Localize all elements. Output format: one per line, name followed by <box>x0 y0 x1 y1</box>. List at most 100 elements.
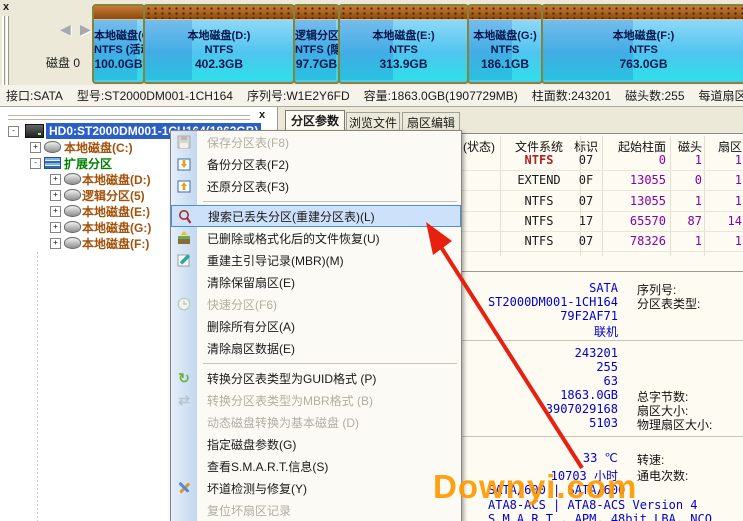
expander-icon[interactable]: + <box>50 206 61 217</box>
cell-fs: NTFS <box>502 234 576 248</box>
partition-block-e[interactable]: 本地磁盘(E:) NTFS 313.9GB <box>338 4 469 84</box>
nav-next-disk-icon[interactable]: ▶ <box>80 21 91 38</box>
partition-size: 100.0GB <box>94 57 143 71</box>
cell-head: 87 <box>672 214 702 228</box>
partition-fs: NTFS (活动) <box>94 43 143 57</box>
menu-item-label: 坏道检测与修复(Y) <box>207 480 307 497</box>
partition-name: 本地磁盘(E:) <box>340 29 467 43</box>
disk-info-bar: 接口:SATA 型号:ST2000DM001-1CH164 序列号:W1E2Y6… <box>0 85 743 107</box>
cell-fs: NTFS <box>502 153 576 167</box>
menu-item-label: 快速分区(F6) <box>207 296 277 313</box>
menu-item-rebuild-mbr[interactable]: 重建主引导记录(MBR)(M) <box>171 249 461 271</box>
partition-strip <box>145 6 293 20</box>
partition-block-f[interactable]: 本地磁盘(F:) NTFS 763.0GB <box>541 4 743 84</box>
menu-item-label: 还原分区表(F3) <box>207 178 289 195</box>
menu-item-view-smart-info[interactable]: 查看S.M.A.R.T.信息(S) <box>171 455 461 477</box>
edit-mbr-icon <box>176 252 192 268</box>
info-sectors: 每道扇区数:63 <box>699 87 743 104</box>
cell-sect: 1 <box>706 234 742 248</box>
partition-block-d[interactable]: 本地磁盘(D:) NTFS 402.3GB <box>143 4 295 84</box>
partition-strip <box>340 6 467 20</box>
cell-head: 1 <box>672 234 702 248</box>
menu-item-label: 保存分区表(F8) <box>207 134 289 151</box>
backup-table-icon <box>176 156 192 172</box>
detail-features: S.M.A.R.T., APM, 48bit LBA, NCQ <box>488 512 712 521</box>
partition-name: 本地磁盘(G:) <box>469 29 541 43</box>
menu-item-delete-all-partitions[interactable]: 删除所有分区(A) <box>171 315 461 337</box>
cell-sect: 1 <box>706 194 742 208</box>
info-capacity: 容量:1863.0GB(1907729MB) <box>364 87 518 104</box>
cell-id: 17 <box>568 214 604 228</box>
tree-item-label: 本地磁盘(C:) <box>64 139 133 156</box>
cell-id: 07 <box>568 194 604 208</box>
cell-head: 1 <box>672 153 702 167</box>
menu-item-quick-partition[interactable]: 快速分区(F6) <box>171 293 461 315</box>
menu-item-clear-reserved-sectors[interactable]: 清除保留扇区(E) <box>171 271 461 293</box>
toolbar-grip[interactable] <box>2 16 5 86</box>
row-divider <box>455 170 743 171</box>
detail-label: 转速: <box>637 451 664 468</box>
nav-prev-disk-icon[interactable]: ◀ <box>60 21 71 38</box>
menu-item-label: 查看S.M.A.R.T.信息(S) <box>207 458 328 475</box>
menu-item-dynamic-to-basic[interactable]: 动态磁盘转换为基本磁盘 (D) <box>171 411 461 433</box>
cell-cyl: 65570 <box>604 214 666 228</box>
partition-block-c[interactable]: 本地磁盘(C:) NTFS (活动) 100.0GB <box>92 4 145 84</box>
menu-item-search-lost-partitions[interactable]: 搜索已丢失分区(重建分区表)(L) <box>171 205 461 227</box>
cell-fs: NTFS <box>502 214 576 228</box>
column-divider <box>670 136 671 256</box>
restore-table-icon <box>176 178 192 194</box>
menu-item-label: 搜索已丢失分区(重建分区表)(L) <box>208 208 375 225</box>
column-divider <box>500 136 501 256</box>
menu-item-reset-bad-sector-records[interactable]: 复位坏扇区记录 <box>171 499 461 521</box>
menu-item-label: 转换分区表类型为GUID格式 (P) <box>207 370 376 387</box>
panel-grip2[interactable] <box>8 119 250 121</box>
menu-item-restore-partition-table[interactable]: 还原分区表(F3) <box>171 175 461 197</box>
expander-icon[interactable]: + <box>50 222 61 233</box>
partition-fs: NTFS (隐藏) <box>295 43 338 57</box>
expander-icon[interactable]: - <box>8 126 19 137</box>
menu-item-save-partition-table[interactable]: 保存分区表(F8) <box>171 131 461 153</box>
hdd-icon <box>25 124 44 138</box>
panel-grip[interactable] <box>8 115 250 117</box>
disk-icon <box>64 189 81 201</box>
menu-item-clear-sector-data[interactable]: 清除扇区数据(E) <box>171 337 461 359</box>
toolbar-close-icon[interactable]: x <box>3 1 9 13</box>
search-icon <box>177 209 193 225</box>
menu-separator <box>171 197 461 205</box>
info-serial: 序列号:W1E2Y6FD <box>247 87 350 104</box>
expander-icon[interactable]: + <box>50 238 61 249</box>
cell-cyl: 0 <box>604 153 666 167</box>
menu-item-backup-partition-table[interactable]: 备份分区表(F2) <box>171 153 461 175</box>
expander-icon[interactable]: + <box>50 190 61 201</box>
menu-item-recover-deleted-files[interactable]: 已删除或格式化后的文件恢复(U) <box>171 227 461 249</box>
partition-size: 97.7GB <box>295 57 338 71</box>
menu-item-label: 重建主引导记录(MBR)(M) <box>207 252 344 269</box>
row-divider <box>455 251 743 252</box>
partition-block-g[interactable]: 本地磁盘(G:) NTFS 186.1GB <box>467 4 543 84</box>
cell-head: 0 <box>672 173 702 187</box>
menu-item-convert-to-mbr[interactable]: ⇄ 转换分区表类型为MBR格式 (B) <box>171 389 461 411</box>
partition-size: 313.9GB <box>340 57 467 71</box>
watermark: Downyi.com <box>433 468 637 506</box>
col-status: (状态) <box>455 138 503 155</box>
partition-fs: NTFS <box>543 43 743 57</box>
menu-item-specify-disk-params[interactable]: 指定磁盘参数(G) <box>171 433 461 455</box>
partition-block-logical[interactable]: 逻辑分区(5) NTFS (隐藏) 97.7GB <box>293 4 340 84</box>
cell-id: 07 <box>568 153 604 167</box>
partition-name: 本地磁盘(D:) <box>145 29 293 43</box>
panel-close-icon[interactable]: x <box>259 109 265 121</box>
toolbar-grip2[interactable] <box>6 16 9 86</box>
expander-icon[interactable]: + <box>50 174 61 185</box>
cell-fs: NTFS <box>502 194 576 208</box>
cell-fs: EXTEND <box>502 173 576 187</box>
menu-item-bad-sector-check-repair[interactable]: 坏道检测与修复(Y) <box>171 477 461 499</box>
save-icon <box>176 134 192 150</box>
info-heads: 磁头数:255 <box>625 87 684 104</box>
menu-item-label: 指定磁盘参数(G) <box>207 436 296 453</box>
menu-item-convert-to-guid[interactable]: ↻ 转换分区表类型为GUID格式 (P) <box>171 367 461 389</box>
cell-sect: 14 <box>706 214 742 228</box>
cell-id: 07 <box>568 234 604 248</box>
info-interface: 接口:SATA <box>6 87 63 104</box>
expander-icon[interactable]: - <box>30 158 41 169</box>
expander-icon[interactable]: + <box>30 142 41 153</box>
